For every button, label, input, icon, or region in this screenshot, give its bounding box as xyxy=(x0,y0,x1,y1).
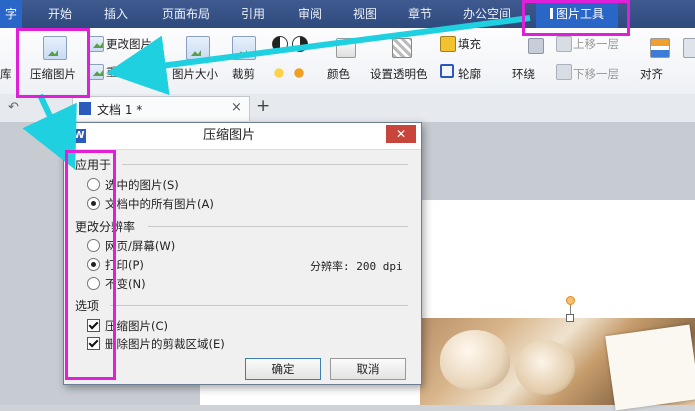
annotation-arrows xyxy=(22,15,531,170)
arrow-to-dialog xyxy=(22,93,77,170)
arrow-to-compress-button xyxy=(106,15,531,96)
